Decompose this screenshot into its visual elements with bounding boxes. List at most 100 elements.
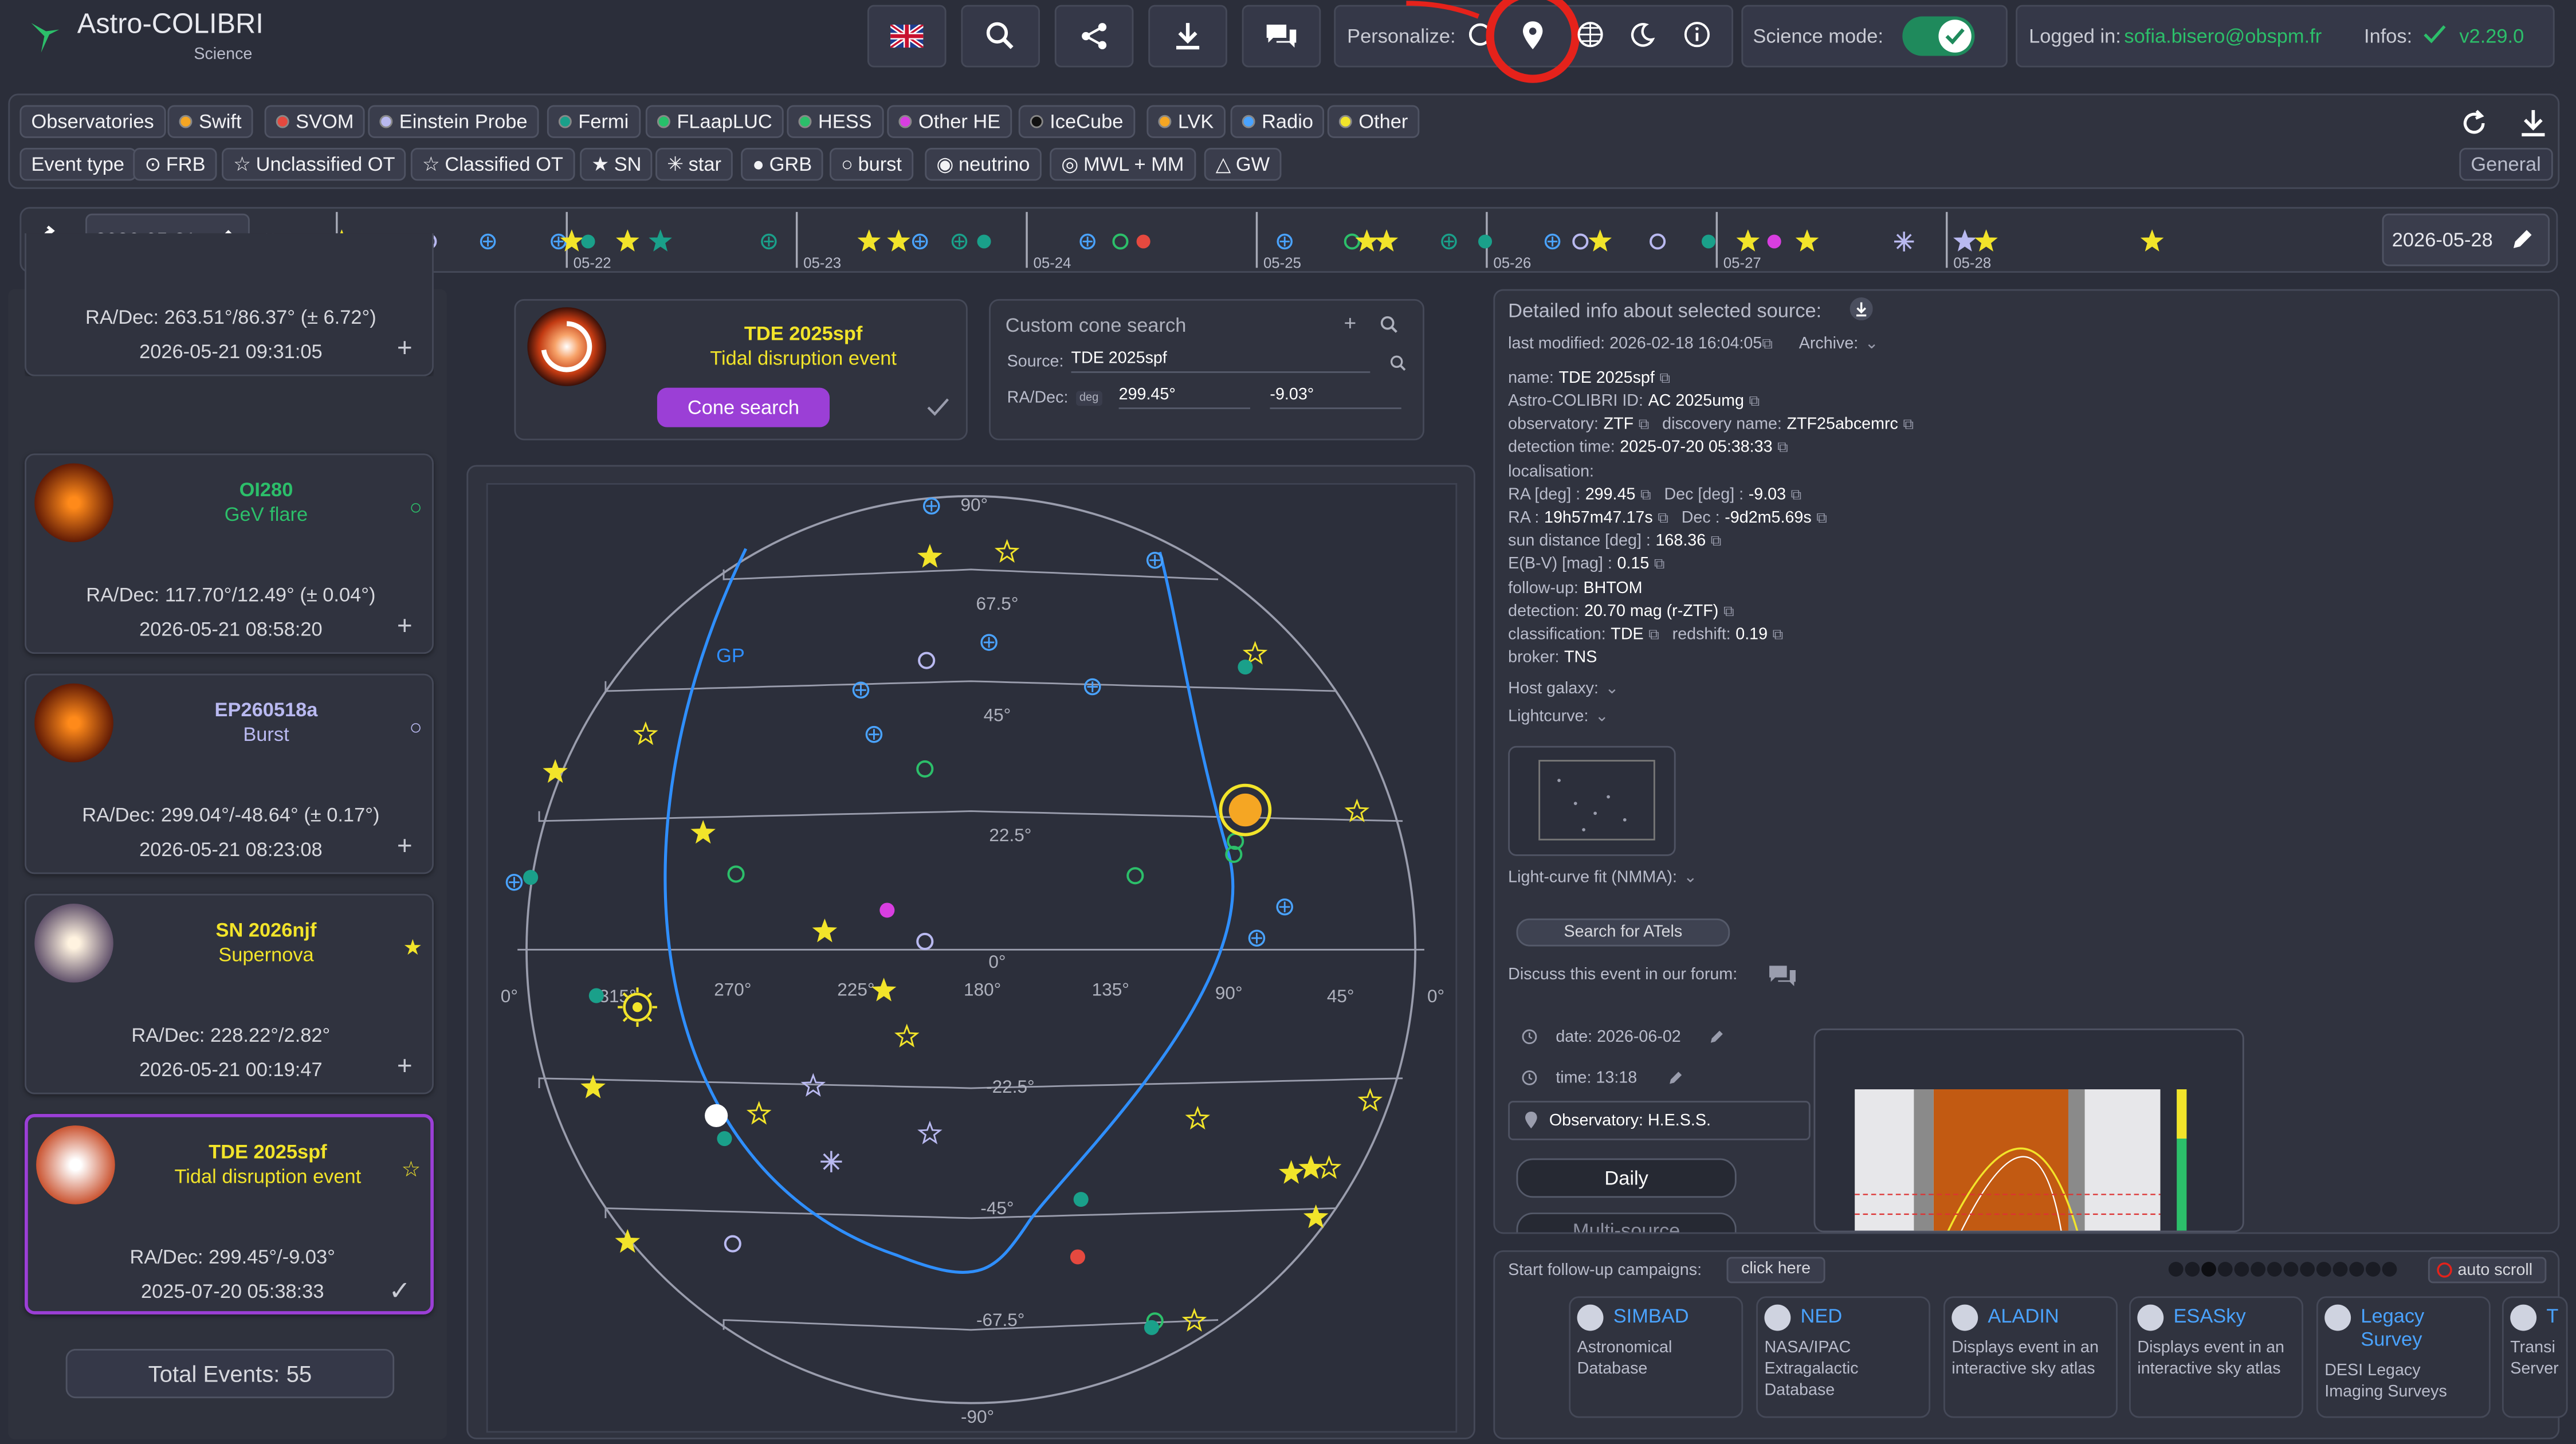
observatory-chip[interactable]: LVK [1146,105,1226,138]
search-icon[interactable] [1390,355,1407,371]
event-type-chip[interactable]: ● GRB [741,148,824,181]
copy-icon[interactable]: ⧉ [1648,626,1659,642]
copy-icon[interactable]: ⧉ [1640,486,1651,503]
daily-button[interactable]: Daily [1516,1158,1737,1198]
timeline-event-marker[interactable] [1544,233,1561,250]
timeline-event-marker[interactable] [1478,234,1493,249]
timeline-event-marker[interactable] [1112,233,1129,250]
timeline-event-marker[interactable] [1953,229,1977,252]
carousel-dot[interactable] [2168,1262,2184,1277]
moon-marker[interactable] [705,1104,728,1127]
followup-service-card[interactable]: NED NASA/IPAC Extragalactic Database [1756,1296,1931,1418]
sky-source-marker[interactable] [1238,660,1253,675]
sky-source-marker[interactable] [523,870,539,885]
sky-source-marker[interactable] [1126,867,1144,885]
timeline-event-marker[interactable] [1355,229,1379,252]
search-button[interactable] [961,5,1040,68]
sky-source-marker[interactable] [865,725,883,743]
carousel-dot[interactable] [2316,1262,2331,1277]
timeline-event-marker[interactable] [649,229,672,252]
timeline-event-marker[interactable] [1894,231,1914,252]
copy-icon[interactable]: ⧉ [1723,603,1734,619]
sky-source-marker[interactable] [916,760,934,778]
carousel-dot[interactable] [2217,1262,2233,1277]
add-icon[interactable]: + [1344,311,1356,335]
sky-source-marker[interactable] [746,1101,772,1125]
observatory-chip[interactable]: IceCube [1018,105,1135,138]
sky-source-marker[interactable] [1181,1308,1207,1332]
copy-icon[interactable]: ⧉ [1773,626,1783,642]
sky-source-marker[interactable] [917,544,943,568]
event-type-chip[interactable]: △ GW [1204,148,1282,181]
carousel-dot[interactable] [2382,1262,2397,1277]
carousel-dot[interactable] [2283,1262,2299,1277]
sky-source-marker[interactable] [812,919,838,943]
followup-click-button[interactable]: click here [1726,1257,1825,1284]
chat-icon[interactable] [1768,963,1797,989]
observatory-chip[interactable]: Radio [1230,105,1325,138]
followup-service-card[interactable]: Legacy Survey DESI Legacy Imaging Surveys [2316,1296,2491,1418]
forum-button[interactable] [1242,5,1321,68]
event-type-chip[interactable]: ☆ Unclassified OT [222,148,407,181]
observatory-chip[interactable]: FLaapLUC [645,105,784,138]
timeline-event-marker[interactable] [951,233,968,250]
event-card[interactable]: TDE 2025spf Tidal disruption event RA/Dec:… [25,1114,434,1314]
science-mode-toggle[interactable] [1902,16,1975,56]
multi-source-button[interactable]: Multi-source [1516,1213,1737,1233]
search-icon[interactable] [1380,316,1399,334]
observatory-chip[interactable]: Other [1327,105,1420,138]
timeline-event-marker[interactable] [560,229,584,252]
sky-source-marker[interactable] [505,873,523,891]
sky-source-marker[interactable] [922,497,940,515]
observatory-chip[interactable]: HESS [787,105,883,138]
download-button[interactable] [1148,5,1227,68]
copy-icon[interactable]: ⧉ [1639,415,1649,432]
copy-icon[interactable]: ⧉ [1777,439,1788,456]
globe-grid-icon[interactable] [1577,21,1604,48]
sky-source-marker[interactable] [1344,798,1370,823]
carousel-dot[interactable] [2267,1262,2282,1277]
followup-service-card[interactable]: T Transi Server [2502,1296,2568,1418]
followup-service-card[interactable]: ESASky Displays event in an interactive s… [2129,1296,2303,1418]
timeline-event-marker[interactable] [977,234,991,249]
event-type-chip[interactable]: ◎ MWL + MM [1050,148,1196,181]
cone-source-input[interactable]: TDE 2025spf [1071,350,1371,373]
chevron-down-icon[interactable]: ⌄ [1605,680,1619,699]
download-icon[interactable] [2519,108,2548,138]
download-circle-icon[interactable] [1849,297,1873,321]
lightcurve-thumbnail[interactable] [1508,745,1676,856]
timeline-event-marker[interactable] [887,229,910,252]
timeline-event-marker[interactable] [1277,233,1293,250]
timeline-event-marker[interactable] [1736,229,1760,252]
timeline-event-marker[interactable] [1375,229,1399,252]
sky-source-marker[interactable] [1185,1105,1210,1130]
copy-icon[interactable]: ⧉ [1659,370,1670,386]
copy-icon[interactable]: ⧉ [1658,509,1668,526]
sky-source-marker[interactable] [1278,1160,1304,1184]
copy-icon[interactable]: ⧉ [1791,486,1801,503]
chevron-down-icon[interactable]: ⌄ [1683,869,1697,888]
sun-marker[interactable] [618,987,657,1027]
timeline-event-marker[interactable] [857,229,881,252]
carousel-dot[interactable] [2332,1262,2348,1277]
copy-icon[interactable]: ⧉ [1762,335,1772,352]
copy-icon[interactable]: ⧉ [1816,509,1827,526]
copy-icon[interactable]: ⧉ [1903,415,1913,432]
sky-source-marker[interactable] [994,539,1020,563]
timeline-event-marker[interactable] [1650,233,1666,250]
sky-source-marker[interactable] [1316,1155,1342,1179]
timeline-event-marker[interactable] [1136,234,1150,249]
observatory-chip[interactable]: Einstein Probe [368,105,539,138]
sky-source-marker[interactable] [894,1023,920,1047]
timeline-event-marker[interactable] [1701,234,1716,249]
timeline-event-marker[interactable] [480,233,496,250]
sky-source-marker[interactable] [917,1120,943,1145]
followup-service-card[interactable]: ALADIN Displays event in an interactive s… [1943,1296,2118,1418]
sky-source-marker[interactable] [543,759,568,783]
sky-source-marker[interactable] [879,902,895,918]
version-link[interactable]: v2.29.0 [2459,25,2524,48]
timeline-event-marker[interactable] [1441,233,1457,250]
sky-source-marker[interactable] [588,988,604,1003]
sky-source-marker[interactable] [717,1131,732,1147]
sky-source-marker[interactable] [1146,551,1164,569]
